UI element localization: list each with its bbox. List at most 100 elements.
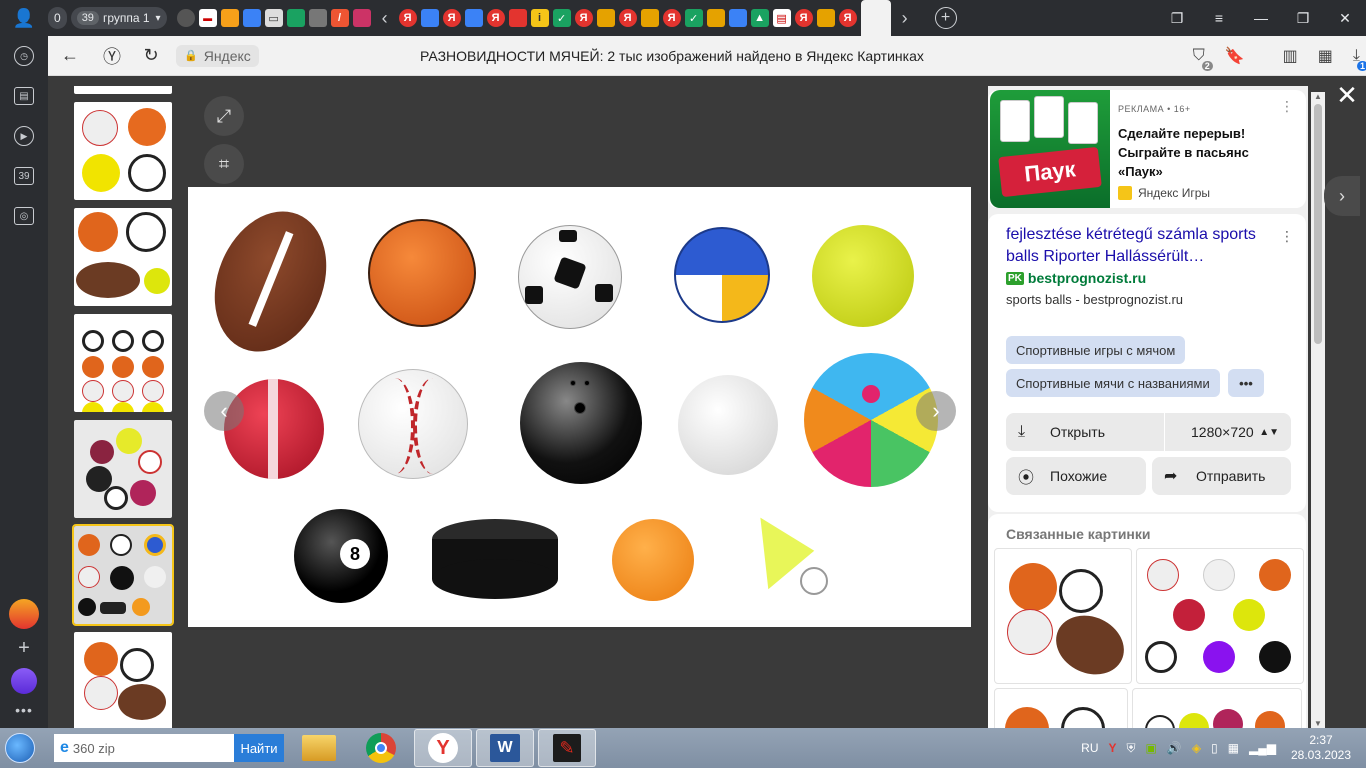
tabs-scroll-right-icon[interactable]: › bbox=[895, 8, 915, 29]
chip-sport-games[interactable]: Спортивные игры с мячом bbox=[1006, 336, 1186, 364]
share-button[interactable]: ➦ Отправить bbox=[1152, 457, 1291, 495]
check-icon[interactable]: ✓ bbox=[684, 9, 703, 27]
yandex-tab-icon[interactable]: Я bbox=[442, 9, 461, 27]
related-image[interactable] bbox=[1132, 688, 1302, 728]
extension-icon[interactable]: ▦ bbox=[1318, 46, 1333, 66]
yandex-tab-icon[interactable]: Я bbox=[662, 9, 681, 27]
minimize-icon[interactable]: — bbox=[1240, 10, 1282, 26]
play-icon[interactable]: ▶ bbox=[0, 116, 48, 156]
chip-more[interactable]: ••• bbox=[1228, 369, 1264, 397]
tab-favicon[interactable]: ▬ bbox=[198, 9, 217, 27]
pdf-tab-icon[interactable]: ▤ bbox=[772, 9, 791, 27]
scroll-up-icon[interactable]: ▲ bbox=[1311, 92, 1325, 101]
tab-favicon[interactable] bbox=[706, 9, 725, 27]
collections-icon[interactable]: ▤ bbox=[0, 76, 48, 116]
ad-title[interactable]: Сделайте перерыв! Сыграйте в пасьянс «Па… bbox=[1118, 124, 1288, 181]
panel-scrollbar[interactable]: ▲ ▼ bbox=[1311, 92, 1325, 728]
yandex-tab-icon[interactable]: Я bbox=[618, 9, 637, 27]
thumbnail[interactable] bbox=[74, 632, 172, 728]
protect-icon[interactable]: ⛉ 2 bbox=[1193, 47, 1213, 71]
active-tab[interactable] bbox=[860, 0, 891, 36]
taskbar-search-button[interactable]: Найти bbox=[234, 734, 284, 762]
yandex-logo-icon[interactable]: Ⓨ bbox=[92, 43, 132, 69]
nvidia-icon[interactable]: ▣ bbox=[1146, 741, 1157, 755]
thumbnail[interactable] bbox=[74, 86, 172, 94]
alice-icon[interactable] bbox=[11, 668, 37, 694]
doc-icon[interactable]: ▭ bbox=[264, 9, 283, 27]
reader-icon[interactable]: ▥ bbox=[1283, 46, 1298, 66]
fullscreen-button[interactable]: ⤢ bbox=[204, 96, 244, 136]
ad-source[interactable]: Яндекс Игры bbox=[1118, 186, 1210, 200]
signal-icon[interactable]: ▂▄▆ bbox=[1249, 741, 1276, 755]
chip-sport-balls-names[interactable]: Спортивные мячи с названиями bbox=[1006, 369, 1220, 397]
new-tab-button[interactable]: + bbox=[934, 7, 957, 29]
open-button[interactable]: ⤓ Открыть bbox=[1006, 413, 1164, 451]
language-indicator[interactable]: RU bbox=[1081, 741, 1098, 755]
tab-favicon[interactable]: i bbox=[530, 9, 549, 27]
next-image-button[interactable]: › bbox=[916, 391, 956, 431]
explorer-app[interactable] bbox=[290, 729, 348, 767]
yandex-tray-icon[interactable]: Y bbox=[1109, 741, 1117, 755]
close-window-icon[interactable]: ✕ bbox=[1324, 10, 1366, 27]
crop-button[interactable]: ⌗ bbox=[204, 144, 244, 184]
related-image[interactable] bbox=[994, 548, 1132, 684]
speaker-icon[interactable]: 🔊 bbox=[1167, 741, 1182, 755]
downloads-icon[interactable]: ⤓ 1 bbox=[1353, 47, 1366, 71]
thumbnail[interactable] bbox=[74, 314, 172, 412]
yandex-browser-app[interactable]: Y bbox=[414, 729, 472, 767]
tab-favicon[interactable] bbox=[816, 9, 835, 27]
clock[interactable]: 2:37 28.03.2023 bbox=[1286, 733, 1356, 763]
tab-favicon[interactable] bbox=[220, 9, 239, 27]
security-tray-icon[interactable]: ⛨ bbox=[1127, 741, 1136, 756]
ad-card[interactable]: Паук РЕКЛАМА • 16+ ⋮ Сделайте перерыв! С… bbox=[988, 90, 1306, 208]
word-app[interactable]: W bbox=[476, 729, 534, 767]
tabs-scroll-left-icon[interactable]: ‹ bbox=[375, 8, 395, 29]
tab-favicon[interactable] bbox=[286, 9, 305, 27]
reload-icon[interactable]: ↻ bbox=[132, 45, 170, 66]
tab-favicon[interactable] bbox=[728, 9, 747, 27]
check-icon[interactable]: ✓ bbox=[552, 9, 571, 27]
tab-counter[interactable]: 0 bbox=[48, 7, 67, 29]
size-select[interactable]: 1280×720 ▲▼ bbox=[1165, 413, 1291, 451]
thumbnail-active[interactable] bbox=[72, 524, 174, 626]
thumbnail[interactable] bbox=[74, 208, 172, 306]
yandex-tab-icon[interactable]: Я bbox=[398, 9, 417, 27]
result-title-link[interactable]: fejlesztése kétrétegű számla sports ball… bbox=[1006, 224, 1286, 268]
zen-app-icon[interactable] bbox=[9, 599, 39, 629]
related-image[interactable] bbox=[1136, 548, 1304, 684]
tab-favicon[interactable] bbox=[420, 9, 439, 27]
history-icon[interactable]: ◷ bbox=[0, 36, 48, 76]
acrobat-app[interactable]: ✎ bbox=[538, 729, 596, 767]
thumbnail[interactable] bbox=[74, 102, 172, 200]
site-identity[interactable]: 🔒 Яндекс bbox=[176, 44, 259, 67]
screenshot-icon[interactable]: ◎ bbox=[0, 196, 48, 236]
scroll-down-icon[interactable]: ▼ bbox=[1311, 719, 1325, 728]
yandex-tab-icon[interactable]: Я bbox=[838, 9, 857, 27]
tab-favicon[interactable] bbox=[352, 9, 371, 27]
back-icon[interactable]: ← bbox=[48, 45, 92, 66]
next-panel-button[interactable]: › bbox=[1324, 176, 1360, 216]
thumbnail[interactable] bbox=[74, 420, 172, 518]
network-tray-icon[interactable]: ▦ bbox=[1228, 741, 1239, 755]
profile-icon[interactable]: 👤 bbox=[0, 0, 48, 36]
close-viewer-button[interactable]: ✕ bbox=[1330, 80, 1364, 111]
more-icon[interactable]: ••• bbox=[15, 702, 33, 718]
tab-favicon[interactable] bbox=[508, 9, 527, 27]
menu-icon[interactable]: ≡ bbox=[1198, 10, 1240, 26]
tab-favicon[interactable] bbox=[596, 9, 615, 27]
start-button[interactable] bbox=[0, 728, 40, 768]
taskbar-search[interactable]: e 360 zip bbox=[54, 734, 234, 762]
yandex-tab-icon[interactable]: Я bbox=[574, 9, 593, 27]
page-title[interactable]: РАЗНОВИДНОСТИ МЯЧЕЙ: 2 тыс изображений н… bbox=[420, 48, 924, 64]
tab-favicon[interactable]: / bbox=[330, 9, 349, 27]
more-vertical-icon[interactable]: ⋮ bbox=[1280, 98, 1294, 115]
tab-favicon[interactable] bbox=[242, 9, 261, 27]
prev-image-button[interactable]: ‹ bbox=[204, 391, 244, 431]
restore-icon[interactable]: ❐ bbox=[1282, 10, 1324, 27]
taskbar-search-input[interactable]: 360 zip bbox=[73, 741, 115, 756]
bookmark-icon[interactable]: 🔖 bbox=[1225, 46, 1245, 66]
scrollbar-thumb[interactable] bbox=[1314, 104, 1322, 344]
tab-favicon[interactable] bbox=[176, 9, 195, 27]
yandex-tab-icon[interactable]: Я bbox=[486, 9, 505, 27]
tab-favicon[interactable] bbox=[640, 9, 659, 27]
